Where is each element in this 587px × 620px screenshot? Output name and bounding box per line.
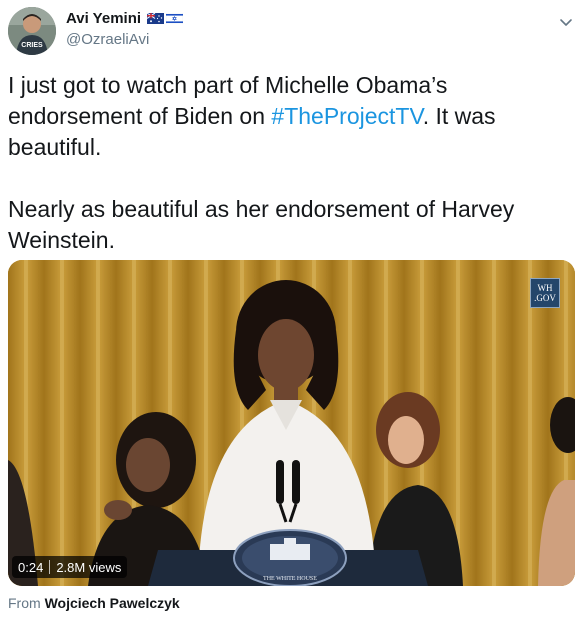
more-options-button[interactable] <box>556 12 576 32</box>
tweet-paragraph-1: I just got to watch part of Michelle Oba… <box>8 70 578 163</box>
badge-line-2: .GOV <box>534 293 556 303</box>
author-flags <box>147 13 184 24</box>
author-handle[interactable]: @OzraeliAvi <box>66 31 149 48</box>
avatar[interactable]: CRIES <box>8 7 56 55</box>
author-name-row: Avi Yemini <box>66 10 184 27</box>
australia-flag-icon <box>147 13 165 24</box>
video-source-attribution: From Wojciech Pawelczyk <box>8 595 180 611</box>
avatar-image: CRIES <box>8 7 56 55</box>
video-player[interactable]: THE WHITE HOUSE WH .GOV <box>8 260 575 586</box>
overlay-divider <box>49 560 51 574</box>
israel-flag-icon <box>166 13 184 24</box>
tweet-paragraph-2: Nearly as beautiful as her endorsement o… <box>8 196 515 253</box>
avatar-shirt-text: CRIES <box>21 42 43 49</box>
source-prefix: From <box>8 595 41 611</box>
chevron-down-icon <box>560 19 572 26</box>
video-views: 2.8M views <box>56 559 122 575</box>
source-name-link[interactable]: Wojciech Pawelczyk <box>45 595 180 611</box>
video-frame: THE WHITE HOUSE <box>8 260 575 586</box>
badge-line-1: WH <box>537 283 553 293</box>
whitehouse-gov-badge: WH .GOV <box>530 278 560 308</box>
author-name[interactable]: Avi Yemini <box>66 10 141 27</box>
tweet-text: I just got to watch part of Michelle Oba… <box>8 70 578 256</box>
video-duration: 0:24 <box>18 559 44 575</box>
hashtag-link[interactable]: #TheProjectTV <box>271 103 422 129</box>
video-info-overlay: 0:24 2.8M views <box>12 556 128 578</box>
podium-seal-text: THE WHITE HOUSE <box>263 576 317 582</box>
